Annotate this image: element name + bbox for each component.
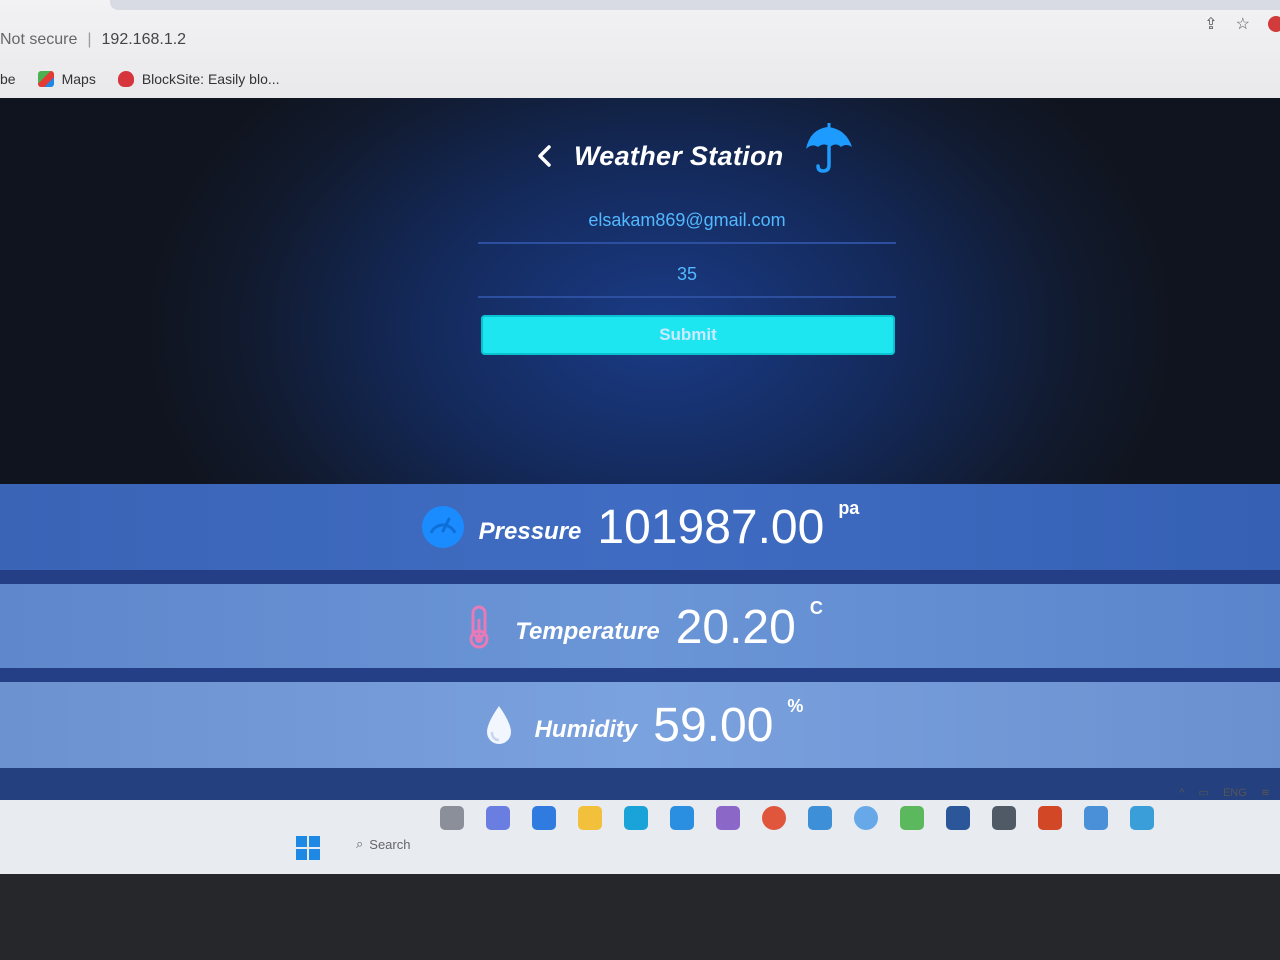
taskbar: ⌕ Search ^ ▭ ENG ≋ xyxy=(0,787,1280,874)
taskbar-apps xyxy=(440,806,1154,830)
laptop-bezel xyxy=(0,874,1280,960)
tab-strip[interactable] xyxy=(110,0,1280,10)
umbrella-icon xyxy=(805,123,852,173)
number-value: 35 xyxy=(676,263,698,284)
powerpoint-icon[interactable] xyxy=(1038,806,1062,830)
task-view-icon[interactable] xyxy=(440,806,464,830)
calculator-icon[interactable] xyxy=(1084,806,1108,830)
pin-icon[interactable] xyxy=(900,806,924,830)
water-drop-icon xyxy=(486,706,511,744)
windows-start-icon[interactable] xyxy=(296,836,320,860)
back-chevron-icon[interactable] xyxy=(530,141,560,171)
bookmark-maps[interactable]: Maps xyxy=(37,71,96,87)
visual-studio-icon[interactable] xyxy=(716,806,740,830)
temperature-unit: C xyxy=(809,598,823,618)
sync-icon[interactable] xyxy=(854,806,878,830)
bookmark-label: Maps xyxy=(61,71,96,87)
panel-divider xyxy=(0,668,1280,682)
system-tray: ^ ▭ ENG ≋ xyxy=(1179,786,1270,800)
notes-icon[interactable] xyxy=(808,806,832,830)
taskbar-search[interactable]: ⌕ Search xyxy=(356,836,410,852)
gauge-icon xyxy=(421,506,464,548)
browser-chrome: Not secure | 192.168.1.2 ⇪ ☆ be Maps Blo… xyxy=(0,0,1280,100)
submit-button[interactable]: Submit xyxy=(481,315,895,355)
store-icon[interactable] xyxy=(532,806,556,830)
temperature-panel: Temperature 20.20 C xyxy=(0,584,1280,670)
humidity-label: Humidity xyxy=(534,716,638,743)
pressure-unit: pa xyxy=(838,498,860,518)
url-text[interactable]: 192.168.1.2 xyxy=(102,31,187,49)
temperature-value: 20.20 xyxy=(675,600,796,654)
bookmarks-bar: be Maps BlockSite: Easily blo... xyxy=(0,66,1280,92)
vscode-icon[interactable] xyxy=(670,806,694,830)
email-value: elsakam869@gmail.com xyxy=(588,209,786,230)
edge-icon[interactable] xyxy=(624,806,648,830)
address-bar[interactable]: Not secure | 192.168.1.2 xyxy=(0,24,1280,56)
security-indicator[interactable]: Not secure xyxy=(0,31,77,49)
share-icon[interactable]: ⇪ xyxy=(1204,14,1217,34)
word-icon[interactable] xyxy=(946,806,970,830)
monitor-icon[interactable] xyxy=(1130,806,1154,830)
chevron-up-icon[interactable]: ^ xyxy=(1179,787,1184,799)
maps-icon xyxy=(37,71,54,87)
pressure-label: Pressure xyxy=(478,518,582,545)
browser-actions: ⇪ ☆ xyxy=(1204,14,1280,34)
page-title: Weather Station xyxy=(574,140,784,171)
wifi-icon[interactable]: ≋ xyxy=(1261,786,1270,799)
pressure-panel: Pressure 101987.00 pa xyxy=(0,484,1280,570)
thermometer-icon xyxy=(469,605,489,649)
shield-icon xyxy=(117,71,134,87)
weather-station-page: Weather Station elsakam869@gmail.com 35 … xyxy=(0,98,1280,810)
address-separator: | xyxy=(87,31,92,48)
search-icon: ⌕ xyxy=(356,836,364,851)
temperature-label: Temperature xyxy=(515,618,660,645)
chat-icon[interactable] xyxy=(486,806,510,830)
page-header: Weather Station xyxy=(530,123,870,184)
humidity-panel: Humidity 59.00 % xyxy=(0,682,1280,768)
bookmark-label: BlockSite: Easily blo... xyxy=(141,71,280,87)
bookmark-youtube[interactable]: be xyxy=(0,71,16,87)
humidity-unit: % xyxy=(787,696,804,716)
bookmark-blocksite[interactable]: BlockSite: Easily blo... xyxy=(117,71,280,87)
search-label: Search xyxy=(369,836,411,852)
bookmark-star-icon[interactable]: ☆ xyxy=(1236,14,1250,34)
language-indicator[interactable]: ENG xyxy=(1223,787,1247,799)
email-field[interactable]: elsakam869@gmail.com xyxy=(478,198,896,244)
chrome-icon[interactable] xyxy=(762,806,786,830)
humidity-value: 59.00 xyxy=(653,698,774,752)
pressure-value: 101987.00 xyxy=(597,500,825,554)
file-explorer-icon[interactable] xyxy=(578,806,602,830)
bookmark-label: be xyxy=(0,71,16,87)
screen: Not secure | 192.168.1.2 ⇪ ☆ be Maps Blo… xyxy=(0,0,1280,960)
number-input[interactable]: 35 xyxy=(478,252,896,298)
panel-divider xyxy=(0,570,1280,584)
photos-icon[interactable] xyxy=(992,806,1016,830)
battery-icon[interactable]: ▭ xyxy=(1199,786,1209,799)
profile-avatar[interactable] xyxy=(1268,16,1280,32)
